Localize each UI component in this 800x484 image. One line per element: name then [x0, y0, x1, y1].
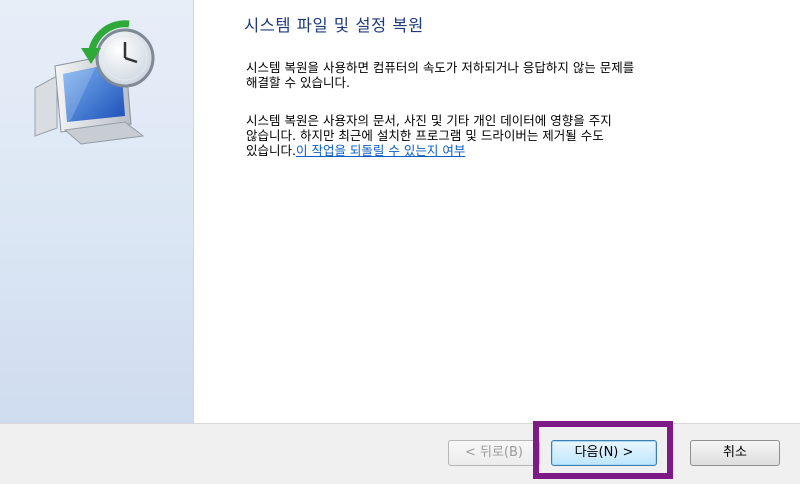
note-last-line: 있습니다.이 작업을 되돌릴 수 있는지 여부	[246, 143, 766, 158]
next-button[interactable]: 다음(N) >	[551, 440, 657, 466]
description-line: 해결할 수 있습니다.	[246, 75, 350, 90]
note-line-end: 있습니다.	[246, 143, 296, 158]
note-line: 않습니다. 하지만 최근에 설치한 프로그램 및 드라이버는 제거될 수도	[246, 128, 604, 143]
note-paragraph: 시스템 복원은 사용자의 문서, 사진 및 기타 개인 데이터에 영향을 주지 …	[246, 113, 766, 158]
system-restore-wizard: 시스템 파일 및 설정 복원 시스템 복원을 사용하면 컴퓨터의 속도가 저하되…	[0, 0, 800, 484]
description-paragraph: 시스템 복원을 사용하면 컴퓨터의 속도가 저하되거나 응답하지 않는 문제를 …	[246, 60, 766, 90]
back-button[interactable]: < 뒤로(B)	[448, 440, 540, 466]
wizard-sidebar	[0, 0, 194, 423]
undo-info-link[interactable]: 이 작업을 되돌릴 수 있는지 여부	[296, 143, 465, 158]
wizard-footer	[0, 423, 800, 484]
wizard-title: 시스템 파일 및 설정 복원	[244, 16, 424, 35]
note-line: 시스템 복원은 사용자의 문서, 사진 및 기타 개인 데이터에 영향을 주지	[246, 113, 612, 128]
wizard-content: 시스템 파일 및 설정 복원 시스템 복원을 사용하면 컴퓨터의 속도가 저하되…	[194, 0, 800, 423]
cancel-button[interactable]: 취소	[690, 440, 780, 466]
system-restore-monitor-clock-icon	[34, 20, 155, 145]
description-line: 시스템 복원을 사용하면 컴퓨터의 속도가 저하되거나 응답하지 않는 문제를	[246, 60, 635, 75]
